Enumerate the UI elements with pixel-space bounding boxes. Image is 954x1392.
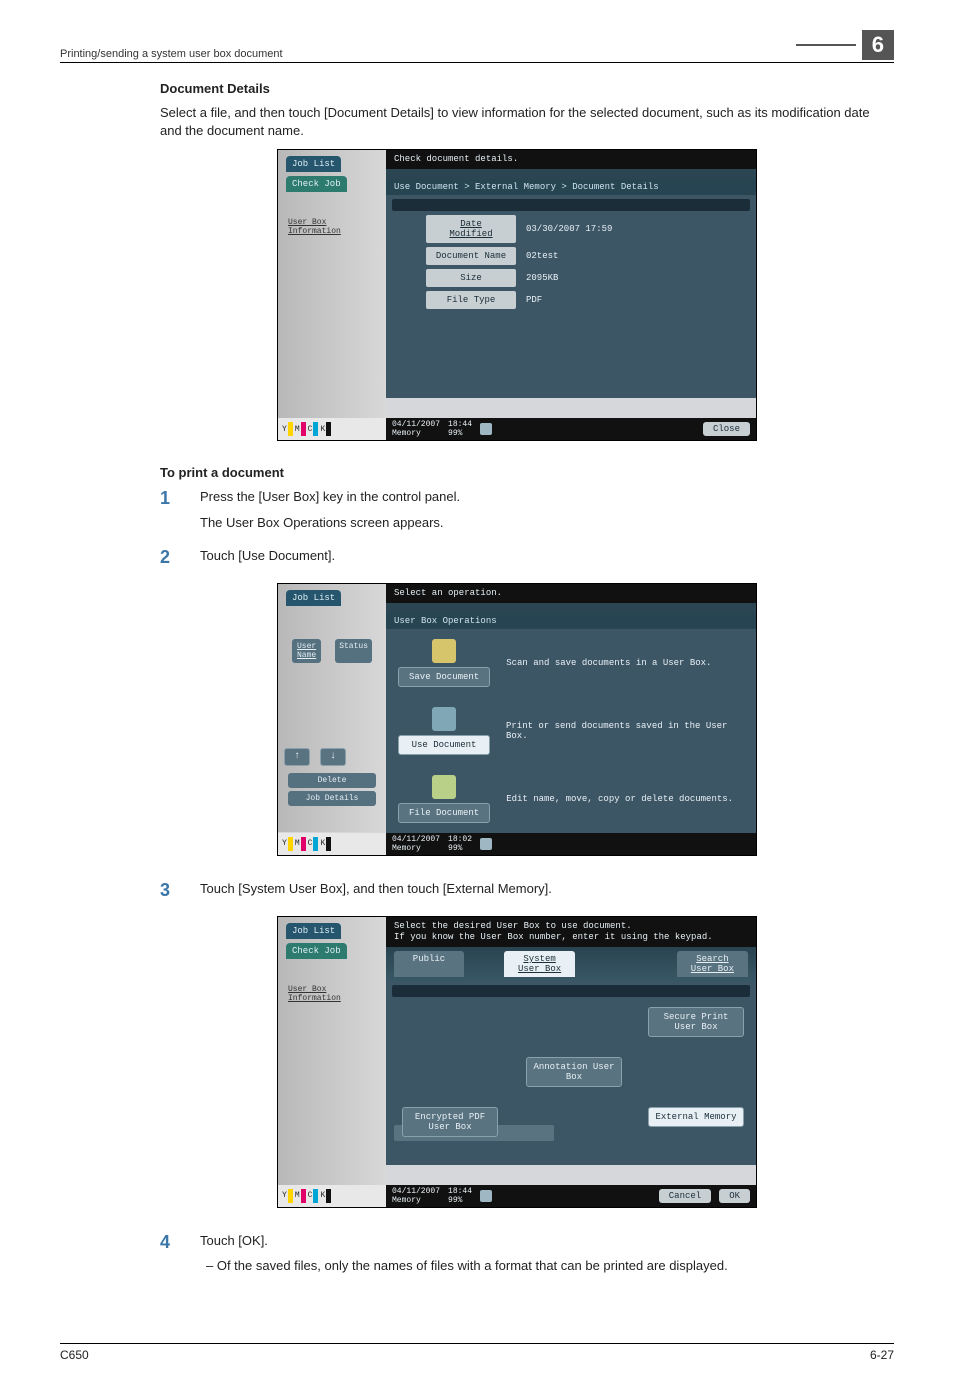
close-button[interactable]: Close	[703, 422, 750, 436]
col-user-name[interactable]: User Name	[292, 639, 321, 663]
toner-levels: Y M C K	[278, 418, 386, 440]
page-footer: C650 6-27	[60, 1343, 894, 1362]
scroll-placeholder	[392, 199, 750, 211]
secure-print-button[interactable]: Secure Print User Box	[648, 1007, 744, 1037]
status-memory-label: Memory	[392, 1196, 421, 1205]
status-time: 18:02	[448, 835, 472, 844]
label-date-modified[interactable]: Date Modified	[426, 215, 516, 243]
step-number-3: 3	[160, 880, 200, 906]
step-number-4: 4	[160, 1232, 200, 1283]
use-document-button[interactable]: Use Document	[398, 735, 490, 755]
step3-text: Touch [System User Box], and then touch …	[200, 880, 874, 898]
save-document-icon	[432, 639, 456, 663]
use-document-icon	[432, 707, 456, 731]
step-number-2: 2	[160, 547, 200, 573]
scroll-placeholder	[392, 985, 750, 997]
label-file-type[interactable]: File Type	[426, 291, 516, 309]
status-icon	[480, 423, 492, 435]
external-memory-button[interactable]: External Memory	[648, 1107, 744, 1127]
panel-breadcrumb: Use Document > External Memory > Documen…	[386, 179, 756, 195]
col-status[interactable]: Status	[335, 639, 372, 663]
status-icon	[480, 838, 492, 850]
delete-button[interactable]: Delete	[288, 773, 376, 788]
status-memory-pct: 99%	[448, 1196, 462, 1205]
step-number-1: 1	[160, 488, 200, 539]
userbox-tab-row: Public System User Box Search User Box	[386, 947, 756, 981]
step4-bullet: – Of the saved files, only the names of …	[222, 1257, 874, 1275]
step2-text: Touch [Use Document].	[200, 547, 874, 565]
tab-check-job[interactable]: Check Job	[286, 176, 347, 192]
tab-check-job[interactable]: Check Job	[286, 943, 347, 959]
encrypted-pdf-button[interactable]: Encrypted PDF User Box	[402, 1107, 498, 1137]
status-icon	[480, 1190, 492, 1202]
step1-text-b: The User Box Operations screen appears.	[200, 514, 874, 532]
label-size[interactable]: Size	[426, 269, 516, 287]
breadcrumb: Printing/sending a system user box docum…	[60, 48, 283, 60]
use-document-desc: Print or send documents saved in the Use…	[506, 721, 744, 741]
value-file-type: PDF	[526, 295, 542, 305]
value-size: 2095KB	[526, 273, 558, 283]
save-document-button[interactable]: Save Document	[398, 667, 490, 687]
status-memory-pct: 99%	[448, 429, 462, 438]
panel-breadcrumb: User Box Operations	[386, 613, 756, 629]
value-date-modified: 03/30/2007 17:59	[526, 224, 612, 234]
arrow-up-button[interactable]: ↑	[284, 748, 310, 766]
status-memory-label: Memory	[392, 844, 421, 853]
tab-job-list[interactable]: Job List	[286, 156, 341, 172]
screenshot-select-user-box: Job List Check Job User Box Information …	[277, 916, 757, 1208]
heading-to-print: To print a document	[160, 465, 874, 480]
cancel-button[interactable]: Cancel	[659, 1189, 711, 1203]
panel-message: Select an operation.	[386, 584, 756, 603]
tab-search-user-box[interactable]: Search User Box	[677, 951, 748, 977]
label-doc-name[interactable]: Document Name	[426, 247, 516, 265]
sidebar-userbox-info[interactable]: User Box Information	[288, 218, 341, 236]
tab-public[interactable]: Public	[394, 951, 464, 977]
ok-button[interactable]: OK	[719, 1189, 750, 1203]
panel-message: Check document details.	[386, 150, 756, 169]
step4-text: Touch [OK].	[200, 1232, 874, 1250]
save-document-desc: Scan and save documents in a User Box.	[506, 658, 711, 668]
heading-document-details: Document Details	[160, 81, 874, 96]
file-document-button[interactable]: File Document	[398, 803, 490, 823]
sidebar-userbox-info[interactable]: User Box Information	[288, 985, 341, 1003]
toner-levels: Y M C K	[278, 1185, 386, 1207]
toner-levels: Y M C K	[278, 833, 386, 855]
intro-text: Select a file, and then touch [Document …	[160, 104, 874, 139]
tab-job-list[interactable]: Job List	[286, 590, 341, 606]
step1-text-a: Press the [User Box] key in the control …	[200, 488, 874, 506]
arrow-down-button[interactable]: ↓	[320, 748, 346, 766]
chapter-number: 6	[862, 30, 894, 60]
file-document-icon	[432, 775, 456, 799]
chapter-indicator: 6	[796, 30, 894, 60]
panel-message: Select the desired User Box to use docum…	[386, 917, 756, 948]
job-details-button[interactable]: Job Details	[288, 791, 376, 806]
status-time: 18:44	[448, 420, 472, 429]
status-time: 18:44	[448, 1187, 472, 1196]
status-memory-label: Memory	[392, 429, 421, 438]
tab-job-list[interactable]: Job List	[286, 923, 341, 939]
status-date: 04/11/2007	[392, 420, 440, 429]
status-date: 04/11/2007	[392, 835, 440, 844]
tab-system-user-box[interactable]: System User Box	[504, 951, 575, 977]
file-document-desc: Edit name, move, copy or delete document…	[506, 794, 733, 804]
screenshot-user-box-operations: Job List User Name Status ↑ ↓ Delete Job…	[277, 583, 757, 856]
screenshot-document-details: Job List Check Job User Box Information …	[277, 149, 757, 441]
value-doc-name: 02test	[526, 251, 558, 261]
status-memory-pct: 99%	[448, 844, 462, 853]
annotation-button[interactable]: Annotation User Box	[526, 1057, 622, 1087]
status-date: 04/11/2007	[392, 1187, 440, 1196]
page-header: Printing/sending a system user box docum…	[60, 30, 894, 63]
